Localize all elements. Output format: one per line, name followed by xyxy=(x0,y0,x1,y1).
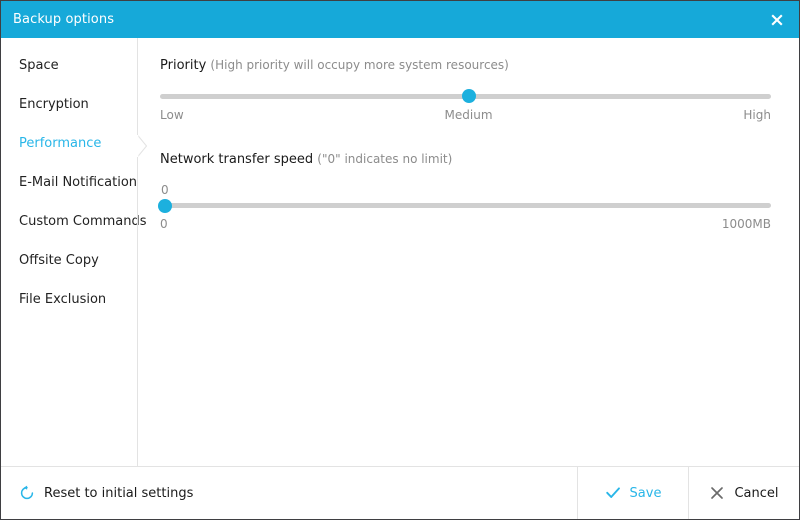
backup-options-dialog: Backup options Space Encryption Performa… xyxy=(0,0,800,520)
network-speed-slider[interactable] xyxy=(160,199,771,211)
sidebar-item-label: Encryption xyxy=(19,97,89,112)
cancel-label: Cancel xyxy=(734,486,778,501)
priority-scale-medium: Medium xyxy=(445,108,493,122)
close-icon xyxy=(769,12,785,28)
priority-scale-high: High xyxy=(743,108,771,122)
sidebar-item-custom-commands[interactable]: Custom Commands xyxy=(1,202,137,241)
network-speed-scale-max: 1000MB xyxy=(722,217,771,231)
save-label: Save xyxy=(630,486,662,501)
sidebar-item-label: E-Mail Notification xyxy=(19,175,137,190)
priority-slider-handle[interactable] xyxy=(462,89,476,103)
priority-hint: (High priority will occupy more system r… xyxy=(210,58,508,72)
window-title: Backup options xyxy=(13,13,114,26)
footer-left: Reset to initial settings xyxy=(1,467,577,519)
cancel-button[interactable]: Cancel xyxy=(688,467,799,519)
network-speed-current-value: 0 xyxy=(161,183,169,197)
priority-slider[interactable] xyxy=(160,90,771,102)
network-speed-slider-track[interactable] xyxy=(160,203,771,208)
sidebar: Space Encryption Performance E-Mail Noti… xyxy=(1,38,137,466)
reset-label: Reset to initial settings xyxy=(44,486,193,501)
sidebar-item-label: Offsite Copy xyxy=(19,253,99,268)
network-speed-current-value-row: 0 xyxy=(160,183,771,199)
network-speed-hint: ("0" indicates no limit) xyxy=(317,152,452,166)
network-speed-section: Network transfer speed ("0" indicates no… xyxy=(160,152,771,236)
sidebar-item-offsite-copy[interactable]: Offsite Copy xyxy=(1,241,137,280)
sidebar-item-email-notification[interactable]: E-Mail Notification xyxy=(1,163,137,202)
save-button[interactable]: Save xyxy=(577,467,688,519)
sidebar-item-space[interactable]: Space xyxy=(1,46,137,85)
priority-scale-low: Low xyxy=(160,108,184,122)
sidebar-item-label: File Exclusion xyxy=(19,292,106,307)
network-speed-label-text: Network transfer speed xyxy=(160,152,313,167)
sidebar-item-encryption[interactable]: Encryption xyxy=(1,85,137,124)
network-speed-label: Network transfer speed ("0" indicates no… xyxy=(160,152,771,168)
sidebar-item-label: Performance xyxy=(19,136,101,151)
priority-label-text: Priority xyxy=(160,58,206,73)
reset-icon xyxy=(19,485,35,501)
close-button[interactable] xyxy=(755,1,799,38)
sidebar-item-label: Space xyxy=(19,58,59,73)
x-icon xyxy=(709,485,725,501)
network-speed-slider-handle[interactable] xyxy=(158,199,172,213)
network-speed-slider-scale: 0 1000MB xyxy=(160,217,771,235)
sidebar-item-performance[interactable]: Performance xyxy=(1,124,137,163)
settings-content: Priority (High priority will occupy more… xyxy=(137,38,799,466)
sidebar-item-file-exclusion[interactable]: File Exclusion xyxy=(1,280,137,319)
reset-to-initial-settings-button[interactable]: Reset to initial settings xyxy=(19,485,193,501)
check-icon xyxy=(605,485,621,501)
dialog-footer: Reset to initial settings Save Cancel xyxy=(1,466,799,519)
dialog-body: Space Encryption Performance E-Mail Noti… xyxy=(1,38,799,466)
priority-section: Priority (High priority will occupy more… xyxy=(160,58,771,126)
sidebar-divider xyxy=(137,38,138,466)
network-speed-scale-min: 0 xyxy=(160,217,168,231)
title-bar: Backup options xyxy=(1,1,799,38)
priority-label: Priority (High priority will occupy more… xyxy=(160,58,771,74)
sidebar-item-label: Custom Commands xyxy=(19,214,147,229)
priority-slider-scale: Low Medium High xyxy=(160,108,771,126)
